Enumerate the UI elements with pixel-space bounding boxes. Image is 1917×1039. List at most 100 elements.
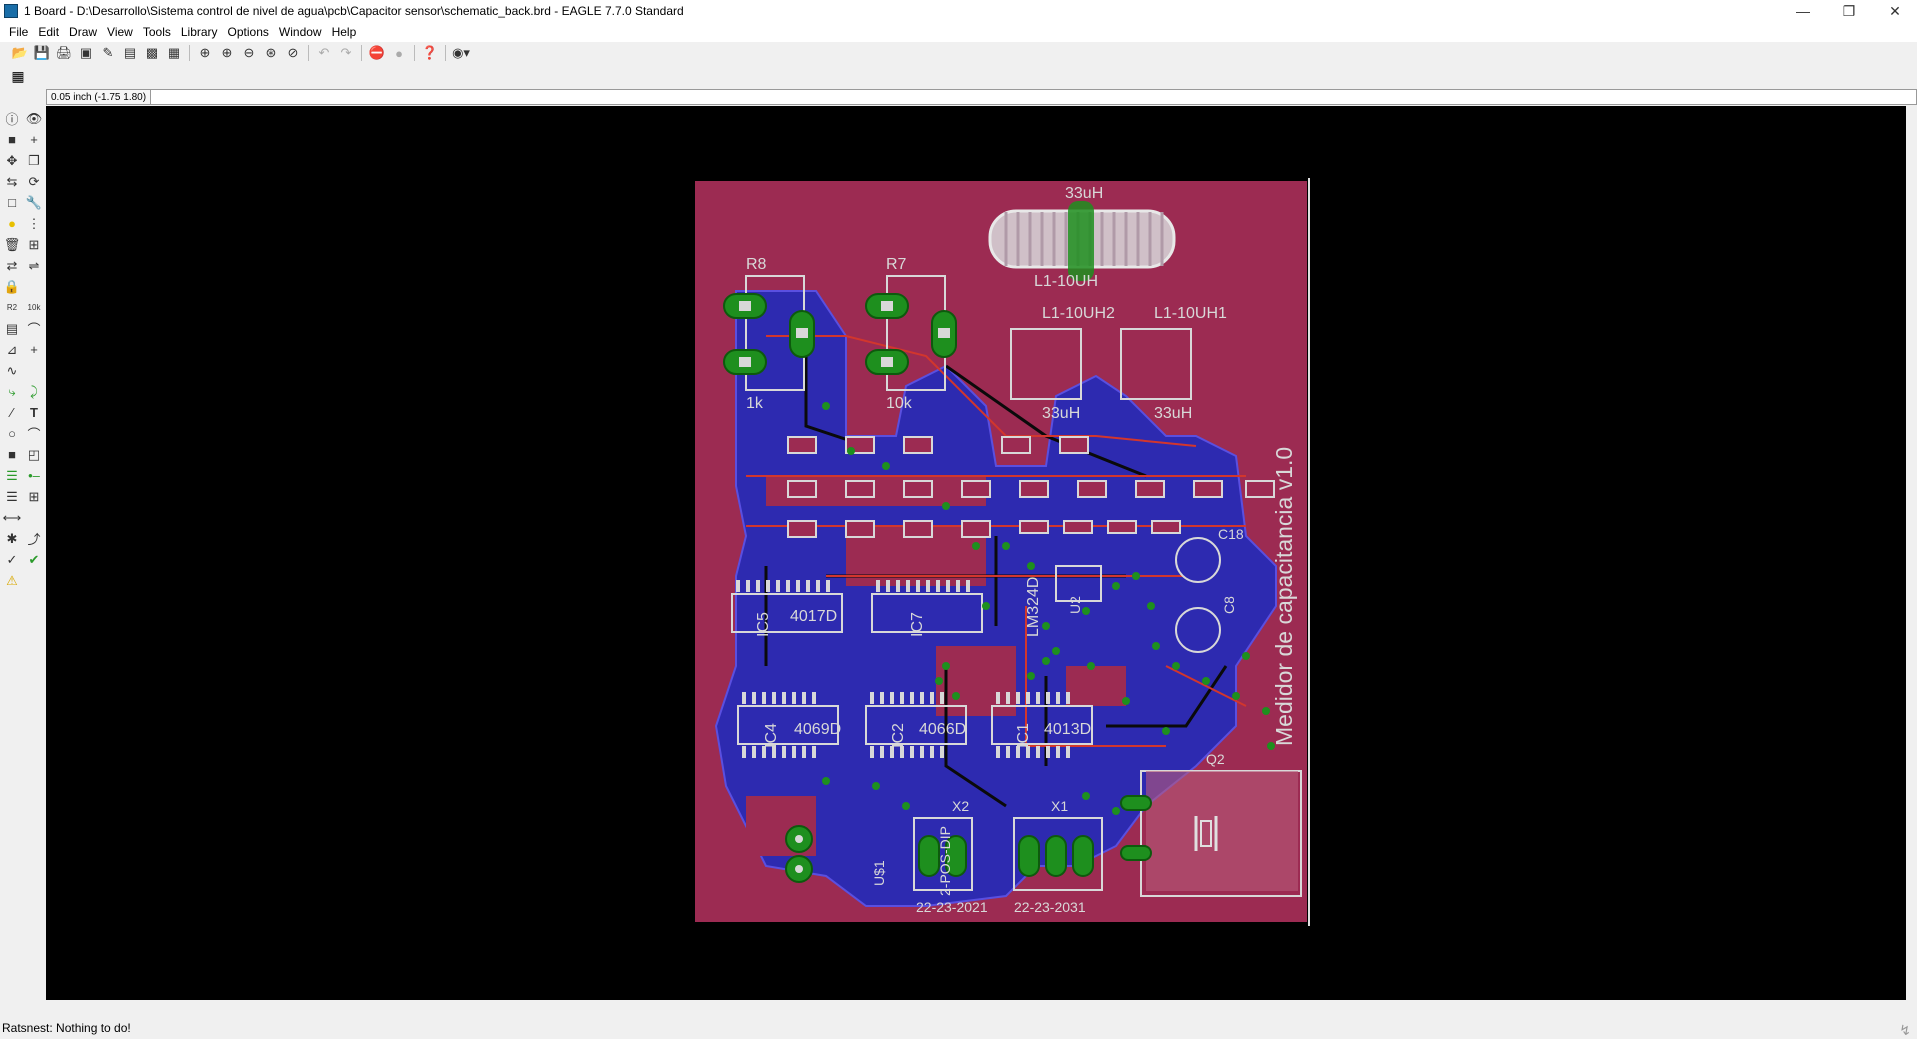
main-toolbar: 📂 💾 🖨 ▣ ✎ ▤ ▩ ▦ ⊕ ⊕ ⊖ ⊛ ⊘ ↶ ↷ ⛔ ● ❓ ◉▾ [0, 42, 1917, 64]
wire-icon[interactable]: ⁄ [1, 402, 23, 423]
menu-file[interactable]: File [4, 25, 33, 39]
target-icon[interactable]: ◉▾ [451, 44, 471, 62]
board-title: Medidor de capacitancia v1.0 [1271, 447, 1297, 746]
arc-icon[interactable]: ⌒ [23, 423, 45, 444]
display-icon[interactable]: ▩ [142, 44, 162, 62]
optimize-icon[interactable]: + [23, 339, 45, 360]
go-icon[interactable]: ● [389, 44, 409, 62]
label-r8-value: 1k [746, 395, 764, 412]
minimize-button[interactable]: — [1780, 0, 1826, 22]
label-c8: C8 [1221, 596, 1237, 614]
menu-tools[interactable]: Tools [138, 25, 176, 39]
pinswap-icon[interactable]: ⇌ [23, 255, 45, 276]
display-layers-icon[interactable]: ■ [1, 129, 23, 150]
label-top-inductor-name: L1-10UH [1034, 273, 1098, 290]
erc-icon[interactable]: ✔ [23, 549, 45, 570]
meander-icon[interactable]: ∿ [1, 360, 23, 381]
zoom-area-icon[interactable]: ⊘ [283, 44, 303, 62]
name-icon[interactable]: R2 [1, 297, 23, 318]
redo-icon[interactable]: ↷ [336, 44, 356, 62]
menu-library[interactable]: Library [176, 25, 223, 39]
delete-icon[interactable]: ⋮ [23, 213, 45, 234]
blank3-icon[interactable] [23, 507, 45, 528]
errors-icon[interactable]: ⚠ [1, 570, 23, 591]
menu-options[interactable]: Options [223, 25, 274, 39]
mark-icon[interactable]: + [23, 129, 45, 150]
hole-icon[interactable]: ☰ [1, 486, 23, 507]
route-icon[interactable]: ⤷ [1, 381, 23, 402]
menu-draw[interactable]: Draw [64, 25, 102, 39]
restore-button[interactable]: ❐ [1826, 0, 1872, 22]
status-text: Ratsnest: Nothing to do! [2, 1020, 131, 1035]
via-icon[interactable]: ☰ [1, 465, 23, 486]
close-button[interactable]: ✕ [1872, 0, 1917, 22]
toolbar-separator [414, 45, 415, 61]
autorouter-icon[interactable]: ⤴ [23, 528, 45, 549]
busy-indicator-icon: ↯ [1899, 1022, 1911, 1038]
value-icon[interactable]: 10k [23, 297, 45, 318]
dimension-icon[interactable]: ⟷ [1, 507, 23, 528]
zoom-out-icon[interactable]: ⊖ [239, 44, 259, 62]
ratsnest-icon[interactable]: ✱ [1, 528, 23, 549]
rotate-icon[interactable]: ⟳ [23, 171, 45, 192]
replace-icon[interactable]: ⇄ [1, 255, 23, 276]
open-icon[interactable]: 📂 [10, 44, 30, 62]
signal-icon[interactable]: •– [23, 465, 45, 486]
trash-icon[interactable]: 🗑 [1, 234, 23, 255]
label-x2-value: 22-23-2021 [916, 899, 988, 915]
label-r7-value: 10k [886, 395, 913, 412]
cam-icon[interactable]: ▣ [76, 44, 96, 62]
zoom-fit-icon[interactable]: ⊕ [195, 44, 215, 62]
blank2-icon[interactable] [23, 360, 45, 381]
pcb-drawing: R8 R7 1k 10k 33uH L1-10UH L1-10UH2 L1-10… [695, 178, 1310, 926]
horizontal-scrollbar[interactable] [46, 1000, 1906, 1014]
label-inductor-2-value: 33uH [1042, 405, 1080, 422]
ripup-icon[interactable]: ⤸ [23, 381, 45, 402]
toolbar-separator [361, 45, 362, 61]
save-icon[interactable]: 💾 [32, 44, 52, 62]
label-ic1: IC1 [1015, 723, 1032, 748]
change-icon[interactable]: 🔧 [23, 192, 45, 213]
miter-icon[interactable]: ⌒ [23, 318, 45, 339]
info-icon[interactable]: ⓘ [1, 108, 23, 129]
attribute-icon[interactable]: ⊞ [23, 486, 45, 507]
copy-icon[interactable]: ❐ [23, 150, 45, 171]
label-ic7: IC7 [909, 612, 926, 637]
lock-icon[interactable]: 🔒 [1, 276, 23, 297]
toolbar-separator [189, 45, 190, 61]
show-icon[interactable]: 👁 [23, 108, 45, 129]
palette-icon[interactable]: ▦ [164, 44, 184, 62]
script-icon[interactable]: ✎ [98, 44, 118, 62]
paste-icon[interactable]: ● [1, 213, 23, 234]
mirror-icon[interactable]: ⇆ [1, 171, 23, 192]
grid-icon[interactable]: ▦ [8, 67, 28, 85]
undo-icon[interactable]: ↶ [314, 44, 334, 62]
board-canvas[interactable]: R8 R7 1k 10k 33uH L1-10UH L1-10UH2 L1-10… [46, 106, 1906, 1000]
zoom-redraw-icon[interactable]: ⊛ [261, 44, 281, 62]
menu-window[interactable]: Window [274, 25, 327, 39]
rect-icon[interactable]: ■ [1, 444, 23, 465]
layers-icon[interactable]: ▤ [120, 44, 140, 62]
help-icon[interactable]: ❓ [420, 44, 440, 62]
polygon-icon[interactable]: ◰ [23, 444, 45, 465]
menu-edit[interactable]: Edit [33, 25, 64, 39]
label-x1: X1 [1051, 798, 1068, 814]
circle-icon[interactable]: ○ [1, 423, 23, 444]
command-input[interactable] [151, 90, 1916, 104]
blank-icon[interactable] [23, 276, 45, 297]
menu-help[interactable]: Help [327, 25, 362, 39]
stop-icon[interactable]: ⛔ [367, 44, 387, 62]
add-icon[interactable]: ⊞ [23, 234, 45, 255]
split-icon[interactable]: ⊿ [1, 339, 23, 360]
menu-bar: File Edit Draw View Tools Library Option… [0, 22, 1917, 42]
text-icon[interactable]: T [23, 402, 45, 423]
group-icon[interactable]: □ [1, 192, 23, 213]
vertical-scrollbar[interactable] [1906, 106, 1917, 1000]
print-icon[interactable]: 🖨 [54, 44, 74, 62]
move-icon[interactable]: ✥ [1, 150, 23, 171]
smash-icon[interactable]: ▤ [1, 318, 23, 339]
zoom-in-icon[interactable]: ⊕ [217, 44, 237, 62]
label-inductor-1-name: L1-10UH1 [1154, 305, 1227, 322]
drc-icon[interactable]: ✓ [1, 549, 23, 570]
menu-view[interactable]: View [102, 25, 138, 39]
